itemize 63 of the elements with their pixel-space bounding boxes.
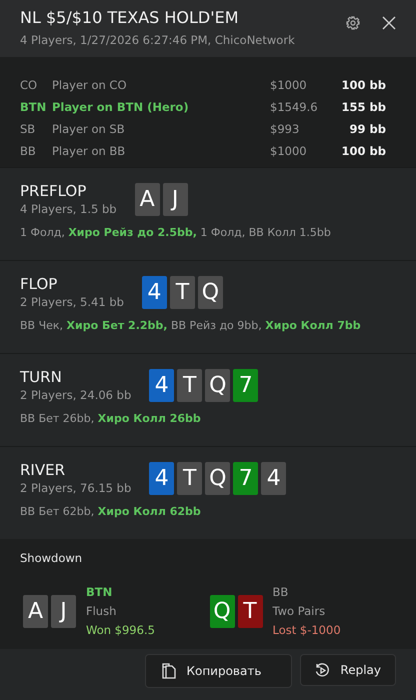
hand-rank: Two Pairs bbox=[272, 604, 326, 618]
result-amount: Won $996.5 bbox=[86, 623, 155, 637]
position-label: BB bbox=[272, 585, 290, 599]
playing-card: T bbox=[177, 368, 202, 402]
copy-icon bbox=[162, 663, 176, 679]
stack-amount: $1549.6 bbox=[270, 100, 319, 114]
position-label: SB bbox=[20, 122, 36, 136]
playing-card: J bbox=[51, 594, 76, 628]
playing-card: 4 bbox=[149, 462, 174, 494]
playing-card: 4 bbox=[149, 368, 174, 402]
settings-button[interactable] bbox=[346, 16, 360, 30]
close-button[interactable] bbox=[382, 16, 396, 30]
street-info: 2 Players, 5.41 bb bbox=[20, 295, 124, 309]
street-info: 2 Players, 24.06 bb bbox=[20, 388, 132, 402]
playing-card: 7 bbox=[233, 368, 258, 402]
section-title: Showdown bbox=[20, 551, 84, 565]
result-amount: Lost $-1000 bbox=[272, 623, 341, 637]
hand-details: 4 Players, 1/27/2026 6:27:46 PM, ChicoNetwork bbox=[20, 33, 296, 47]
street-title: TURN bbox=[20, 368, 63, 386]
position-label: CO bbox=[20, 78, 38, 92]
replay-icon bbox=[315, 662, 330, 678]
stack-amount: $1000 bbox=[270, 144, 308, 158]
position-label: BTN bbox=[20, 100, 48, 114]
stack-bb: 100 bb bbox=[340, 144, 386, 158]
action-log: BB Бет 62bb, Хиро Колл 62bb bbox=[20, 505, 202, 518]
stack-bb: 99 bb bbox=[348, 122, 386, 136]
player-name: Player on SB bbox=[52, 122, 126, 136]
playing-card: Q bbox=[205, 368, 230, 402]
playing-card: 4 bbox=[261, 462, 286, 494]
playing-card: T bbox=[177, 462, 202, 494]
playing-card: A bbox=[134, 182, 160, 216]
player-name: Player on BB bbox=[52, 144, 126, 158]
street-title: PREFLOP bbox=[20, 182, 88, 200]
player-name: Player on BTN (Hero) bbox=[52, 100, 190, 114]
stack-amount: $993 bbox=[270, 122, 300, 136]
street-info: 2 Players, 76.15 bb bbox=[20, 481, 132, 495]
playing-card: 4 bbox=[142, 276, 167, 308]
playing-card: Q bbox=[210, 594, 234, 628]
copy-button[interactable]: Копировать bbox=[145, 654, 292, 688]
street-title: RIVER bbox=[20, 461, 66, 479]
street-title: FLOP bbox=[20, 275, 58, 293]
action-log: 1 Фолд, Хиро Рейз до 2.5bb, 1 Фолд, BB Колл 1.5bb bbox=[20, 226, 332, 239]
action-log: BB Чек, Хиро Бет 2.2bb, BB Рейз до 9bb, Хиро Колл 7bb bbox=[20, 319, 362, 332]
playing-card: Q bbox=[198, 276, 223, 308]
stack-bb: 155 bb bbox=[340, 100, 386, 114]
playing-card: 7 bbox=[233, 462, 258, 494]
settings-icon bbox=[346, 16, 360, 30]
playing-card: J bbox=[162, 182, 188, 216]
position-label: BTN bbox=[86, 585, 114, 599]
playing-card: T bbox=[238, 594, 262, 628]
position-label: BB bbox=[20, 144, 37, 158]
street-info: 4 Players, 1.5 bb bbox=[20, 202, 117, 216]
playing-card: T bbox=[170, 276, 195, 308]
hand-rank: Flush bbox=[86, 604, 118, 618]
window-title: NL $5/$10 TEXAS HOLD'EM bbox=[20, 8, 240, 27]
stack-amount: $1000 bbox=[270, 78, 308, 92]
playing-card: A bbox=[23, 594, 48, 628]
replay-button[interactable]: Replay bbox=[300, 654, 396, 686]
close-icon bbox=[382, 16, 396, 30]
playing-card: Q bbox=[205, 462, 230, 494]
player-name: Player on CO bbox=[52, 78, 128, 92]
stack-bb: 100 bb bbox=[340, 78, 386, 92]
action-log: BB Бет 26bb, Хиро Колл 26bb bbox=[20, 412, 202, 425]
